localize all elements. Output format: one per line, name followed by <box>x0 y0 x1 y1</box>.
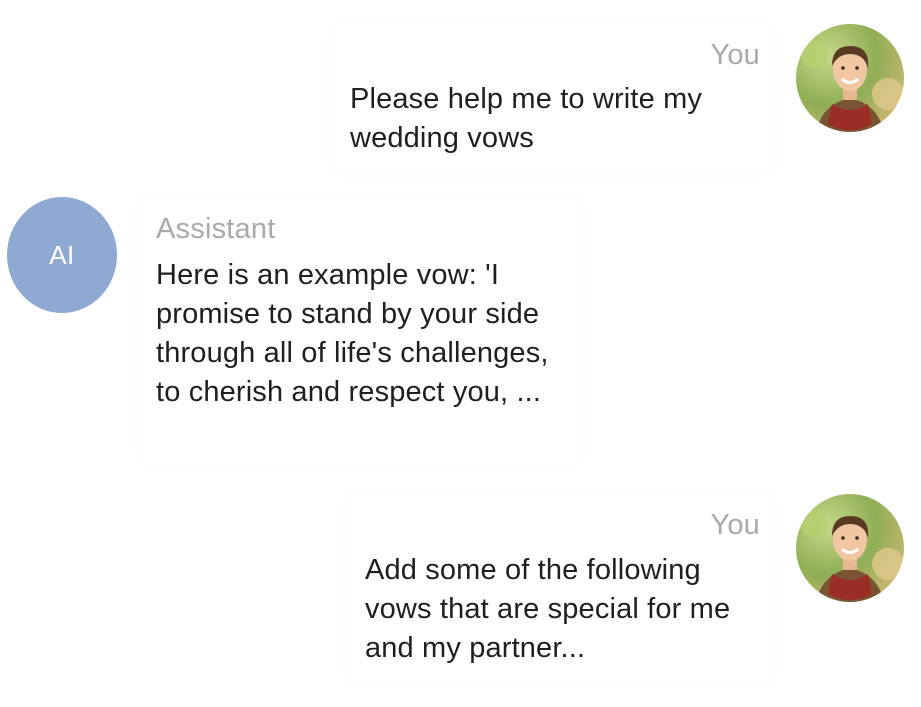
user-photo-avatar-icon <box>796 24 904 132</box>
ai-avatar: AI <box>7 197 117 313</box>
user-avatar <box>796 494 904 602</box>
message-text: Add some of the following vows that are … <box>365 554 731 664</box>
message-bubble: You Please help me to write my wedding v… <box>330 24 775 174</box>
sender-label: Assistant <box>156 213 276 245</box>
ai-avatar-label: AI <box>49 239 75 270</box>
chat-thread: You Please help me to write my wedding v… <box>0 0 921 707</box>
user-photo-avatar-icon <box>796 494 904 602</box>
message-text: Here is an example vow: 'I promise to st… <box>156 259 549 408</box>
sender-label: You <box>710 509 760 541</box>
user-avatar <box>796 24 904 132</box>
message-text: Please help me to write my wedding vows <box>350 83 703 154</box>
message-bubble: Assistant Here is an example vow: 'I pro… <box>138 196 583 466</box>
message-bubble: You Add some of the following vows that … <box>345 492 775 684</box>
sender-label: You <box>710 39 760 71</box>
